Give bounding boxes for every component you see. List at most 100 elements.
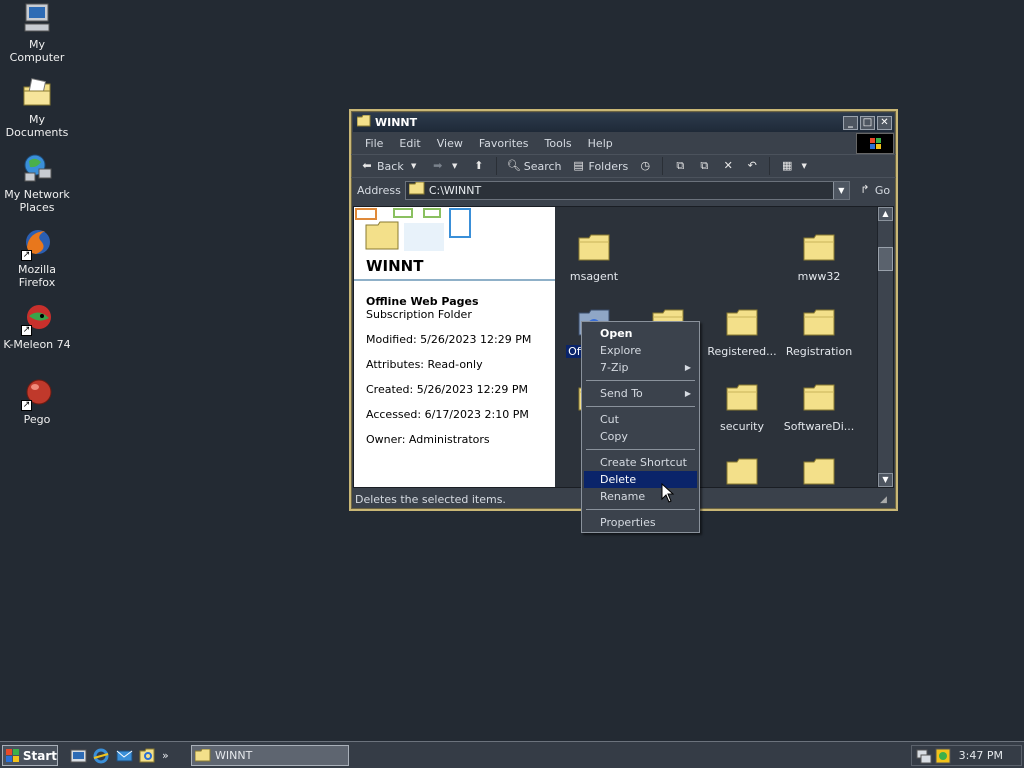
network-globe-icon	[21, 152, 53, 184]
move-to-button[interactable]: ⧉	[670, 159, 690, 173]
title-bar[interactable]: WINNT _ □ ✕	[353, 113, 894, 132]
menu-item-explore[interactable]: Explore	[584, 342, 697, 359]
folder-item-msagent[interactable]: msagent	[556, 233, 632, 283]
toolbar-separator	[495, 157, 497, 175]
folder-icon	[726, 309, 758, 336]
taskbar: Start » WINNT 3:47 PM	[0, 741, 1024, 768]
windows-flag-icon	[6, 748, 19, 762]
desktop-icon-k-meleon[interactable]: ↗ K-Meleon 74	[0, 302, 74, 351]
start-label: Start	[22, 748, 57, 763]
folder-item-security[interactable]: security	[704, 383, 780, 433]
folder-label: SoftwareDi...	[783, 420, 855, 433]
address-dropdown-button[interactable]: ▼	[832, 181, 849, 199]
menu-tools[interactable]: Tools	[537, 137, 580, 150]
network-tray-icon[interactable]	[916, 748, 932, 764]
folders-label: Folders	[588, 159, 629, 173]
forward-button[interactable]: ➡ ▼	[428, 159, 465, 173]
up-folder-button[interactable]: ⬆	[469, 159, 489, 173]
menu-item-cut[interactable]: Cut	[584, 411, 697, 428]
folder-label: msagent	[569, 270, 619, 283]
desktop-icon-mozilla-firefox[interactable]: ↗ Mozilla Firefox	[0, 227, 74, 289]
desktop-icon-my-documents[interactable]: My Documents	[0, 77, 74, 139]
submenu-arrow-icon: ▶	[684, 363, 691, 372]
pego-ball-icon: ↗	[21, 377, 53, 411]
folder-icon	[726, 458, 758, 485]
search-button[interactable]: 🔍︎ Search	[504, 159, 565, 173]
copy-to-button[interactable]: ⧉	[694, 159, 714, 173]
scroll-up-button[interactable]: ▲	[878, 207, 893, 221]
menu-item-label: Send To	[600, 387, 643, 400]
chevron-down-icon: ▼	[801, 162, 807, 170]
desktop-icon-label: Pego	[23, 413, 51, 426]
desktop-icon-pego[interactable]: ↗ Pego	[0, 377, 74, 426]
outlook-express-icon[interactable]	[116, 747, 133, 764]
owner: Owner: Administrators	[366, 433, 490, 446]
taskbar-button-winnt[interactable]: WINNT	[191, 745, 349, 766]
menu-item-open[interactable]: Open	[584, 325, 697, 342]
toolbar-separator	[662, 157, 664, 175]
minimize-button[interactable]: _	[843, 115, 858, 130]
folder-item-mww32[interactable]: mww32	[781, 233, 857, 283]
menu-favorites[interactable]: Favorites	[471, 137, 537, 150]
folder-item-registration[interactable]: Registration	[781, 308, 857, 358]
folder-icon	[726, 384, 758, 411]
desktop-icon-my-network-places[interactable]: My Network Places	[0, 152, 74, 214]
menu-view[interactable]: View	[429, 137, 471, 150]
menu-item-copy[interactable]: Copy	[584, 428, 697, 445]
menu-edit[interactable]: Edit	[391, 137, 428, 150]
back-button[interactable]: ⬅ Back ▼	[357, 159, 424, 173]
taskbar-button-label: WINNT	[215, 749, 253, 762]
folder-item[interactable]	[704, 457, 780, 487]
folder-icon	[803, 458, 835, 485]
move-to-icon: ⧉	[676, 159, 685, 172]
resize-grip-icon[interactable]: ◢	[880, 495, 892, 507]
menu-help[interactable]: Help	[580, 137, 621, 150]
scroll-thumb[interactable]	[878, 247, 893, 271]
clock[interactable]: 3:47 PM	[959, 749, 1003, 762]
standard-toolbar: ⬅ Back ▼ ➡ ▼ ⬆ 🔍︎ Search ▤ Folders ◷ ⧉ ⧉…	[351, 154, 896, 178]
explorer-search-icon[interactable]	[139, 747, 156, 764]
address-input[interactable]: C:\WINNT ▼	[404, 180, 850, 200]
windows-logo-icon	[856, 133, 894, 154]
start-button[interactable]: Start	[2, 745, 58, 766]
address-bar: Address C:\WINNT ▼ ↱ Go	[351, 178, 896, 202]
folder-label: mww32	[797, 270, 841, 283]
menu-item-7zip[interactable]: 7-Zip ▶	[584, 359, 697, 376]
history-button[interactable]: ◷	[635, 159, 655, 173]
folder-icon	[803, 384, 835, 411]
maximize-button[interactable]: □	[860, 115, 875, 130]
security-tray-icon[interactable]	[935, 748, 951, 764]
menu-item-rename[interactable]: Rename	[584, 488, 697, 505]
k-meleon-icon: ↗	[21, 302, 53, 336]
menu-file[interactable]: File	[357, 137, 391, 150]
chevron-down-icon: ▼	[452, 162, 458, 170]
menu-bar: File Edit View Favorites Tools Help	[351, 132, 896, 154]
views-button[interactable]: ▦ ▼	[777, 159, 814, 173]
menu-item-send-to[interactable]: Send To ▶	[584, 385, 697, 402]
views-grid-icon: ▦	[782, 159, 793, 172]
folder-icon	[408, 181, 425, 198]
folder-item-softwaredistribution[interactable]: SoftwareDi...	[781, 383, 857, 433]
delete-button[interactable]: ✕	[718, 159, 738, 173]
go-label: Go	[874, 183, 891, 197]
menu-item-label: 7-Zip	[600, 361, 629, 374]
menu-item-delete[interactable]: Delete	[584, 471, 697, 488]
menu-item-create-shortcut[interactable]: Create Shortcut	[584, 454, 697, 471]
menu-item-properties[interactable]: Properties	[584, 514, 697, 531]
folder-item[interactable]	[781, 457, 857, 487]
shortcut-arrow-icon: ↗	[21, 250, 32, 261]
go-button[interactable]: ↱ Go	[858, 183, 890, 197]
desktop-icon-my-computer[interactable]: My Computer	[0, 2, 74, 64]
scroll-down-button[interactable]: ▼	[878, 473, 893, 487]
folder-label: Registration	[785, 345, 853, 358]
quick-launch-overflow-icon[interactable]: »	[162, 747, 169, 764]
search-icon: 🔍︎	[506, 159, 521, 172]
close-button[interactable]: ✕	[877, 115, 892, 130]
internet-explorer-icon[interactable]	[93, 747, 110, 764]
folder-item-registered[interactable]: Registered...	[704, 308, 780, 358]
status-text: Deletes the selected items.	[355, 492, 506, 506]
folders-button[interactable]: ▤ Folders	[569, 159, 632, 173]
vertical-scrollbar[interactable]: ▲ ▼	[877, 207, 893, 487]
show-desktop-icon[interactable]	[70, 747, 87, 764]
undo-button[interactable]: ↶	[742, 159, 762, 173]
